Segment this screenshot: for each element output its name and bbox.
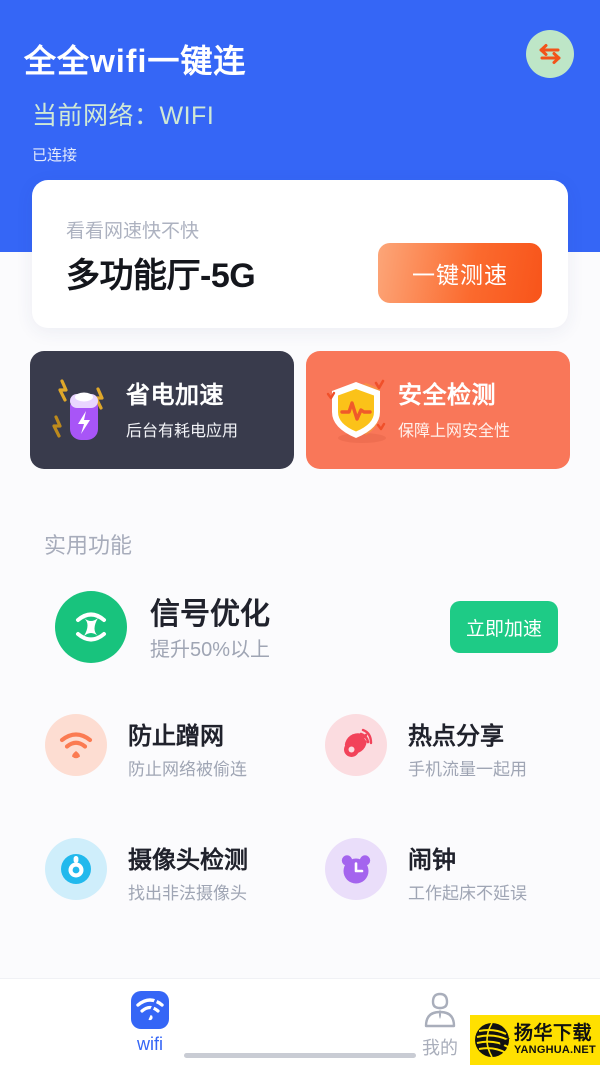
alarm-clock-icon [341,855,371,884]
speed-test-card[interactable]: 看看网速快不快 多功能厅-5G 一键测速 [32,180,568,328]
switch-network-button[interactable] [526,30,574,78]
section-title-utilities: 实用功能 [44,533,133,558]
grid-item-hotspot[interactable]: 热点分享 手机流量一起用 [325,700,600,810]
scroll-fade-mask [0,956,600,978]
globe-logo-icon [475,1022,510,1058]
page-title: 全全wifi一键连 [24,43,247,79]
speed-card-subtitle: 看看网速快不快 [66,221,200,242]
utility-grid: 防止蹭网 防止网络被偷连 热点分享 手机流量一起用 摄像头检测 找出非法摄像头 … [0,700,600,948]
alarm-clock-icon-wrap [325,838,387,900]
camera-detect-icon [61,854,91,884]
battery-bolt-icon [52,379,104,440]
nav-item-wifi[interactable]: wifi [90,988,210,1055]
power-save-card[interactable]: 省电加速 后台有耗电应用 [30,351,294,469]
watermark-text: 扬华下载 YANGHUA.NET [514,1024,596,1056]
wifi-tab-icon-wrap [128,988,172,1032]
person-tab-icon-wrap [418,988,462,1032]
signal-optimize-icon-wrap [55,591,127,663]
wifi-icon-wrap [45,714,107,776]
grid-item-title: 防止蹭网 [128,723,224,750]
grid-item-alarm[interactable]: 闹钟 工作起床不延误 [325,824,600,934]
wifi-tab-icon [131,991,169,1029]
grid-item-subtitle: 找出非法摄像头 [128,884,247,903]
hotspot-dish-icon-wrap [325,714,387,776]
hotspot-dish-icon [344,728,373,757]
accelerate-now-button[interactable]: 立即加速 [450,601,558,653]
camera-detect-icon-wrap [45,838,107,900]
grid-item-title: 摄像头检测 [128,847,248,874]
grid-item-title: 闹钟 [408,847,456,874]
grid-row: 防止蹭网 防止网络被偷连 热点分享 手机流量一起用 [0,700,600,824]
signal-optimize-icon [76,612,106,642]
security-check-card[interactable]: 安全检测 保障上网安全性 [306,351,570,469]
grid-item-subtitle: 手机流量一起用 [408,760,527,779]
home-indicator [184,1053,416,1058]
security-check-subtitle: 保障上网安全性 [398,423,511,440]
grid-item-title: 热点分享 [408,723,504,750]
watermark-badge: 扬华下载 YANGHUA.NET [470,1015,600,1065]
grid-item-subtitle: 工作起床不延误 [408,884,527,903]
grid-item-subtitle: 防止网络被偷连 [128,760,247,779]
nav-label-wifi: wifi [137,1034,163,1054]
power-save-title: 省电加速 [126,382,224,409]
speed-test-button[interactable]: 一键测速 [378,243,542,303]
grid-item-camera-detect[interactable]: 摄像头检测 找出非法摄像头 [45,824,335,934]
current-network-label: 当前网络：WIFI [32,102,215,130]
connected-ssid: 多功能厅-5G [66,257,256,295]
shield-pulse-icon [326,379,386,443]
connection-status: 已连接 [32,147,78,164]
watermark-en: YANGHUA.NET [514,1044,596,1056]
signal-optimize-subtitle: 提升50%以上 [150,639,271,661]
app-screen: 全全wifi一键连 当前网络：WIFI 已连接 看看网速快不快 多功能厅-5G … [0,0,600,1067]
power-save-subtitle: 后台有耗电应用 [126,423,239,440]
signal-optimize-title: 信号优化 [150,598,270,631]
signal-optimize-row[interactable]: 信号优化 提升50%以上 立即加速 [0,583,600,679]
person-tab-icon [424,992,456,1028]
grid-row: 摄像头检测 找出非法摄像头 闹钟 工作起床不延误 [0,824,600,948]
grid-item-anti-leech[interactable]: 防止蹭网 防止网络被偷连 [45,700,335,810]
watermark-cn: 扬华下载 [514,1023,593,1044]
wifi-icon [59,732,93,759]
feature-card-row: 省电加速 后台有耗电应用 安全检测 保障上网安全性 [30,351,570,469]
swap-arrows-icon [539,44,561,64]
security-check-title: 安全检测 [398,382,496,409]
